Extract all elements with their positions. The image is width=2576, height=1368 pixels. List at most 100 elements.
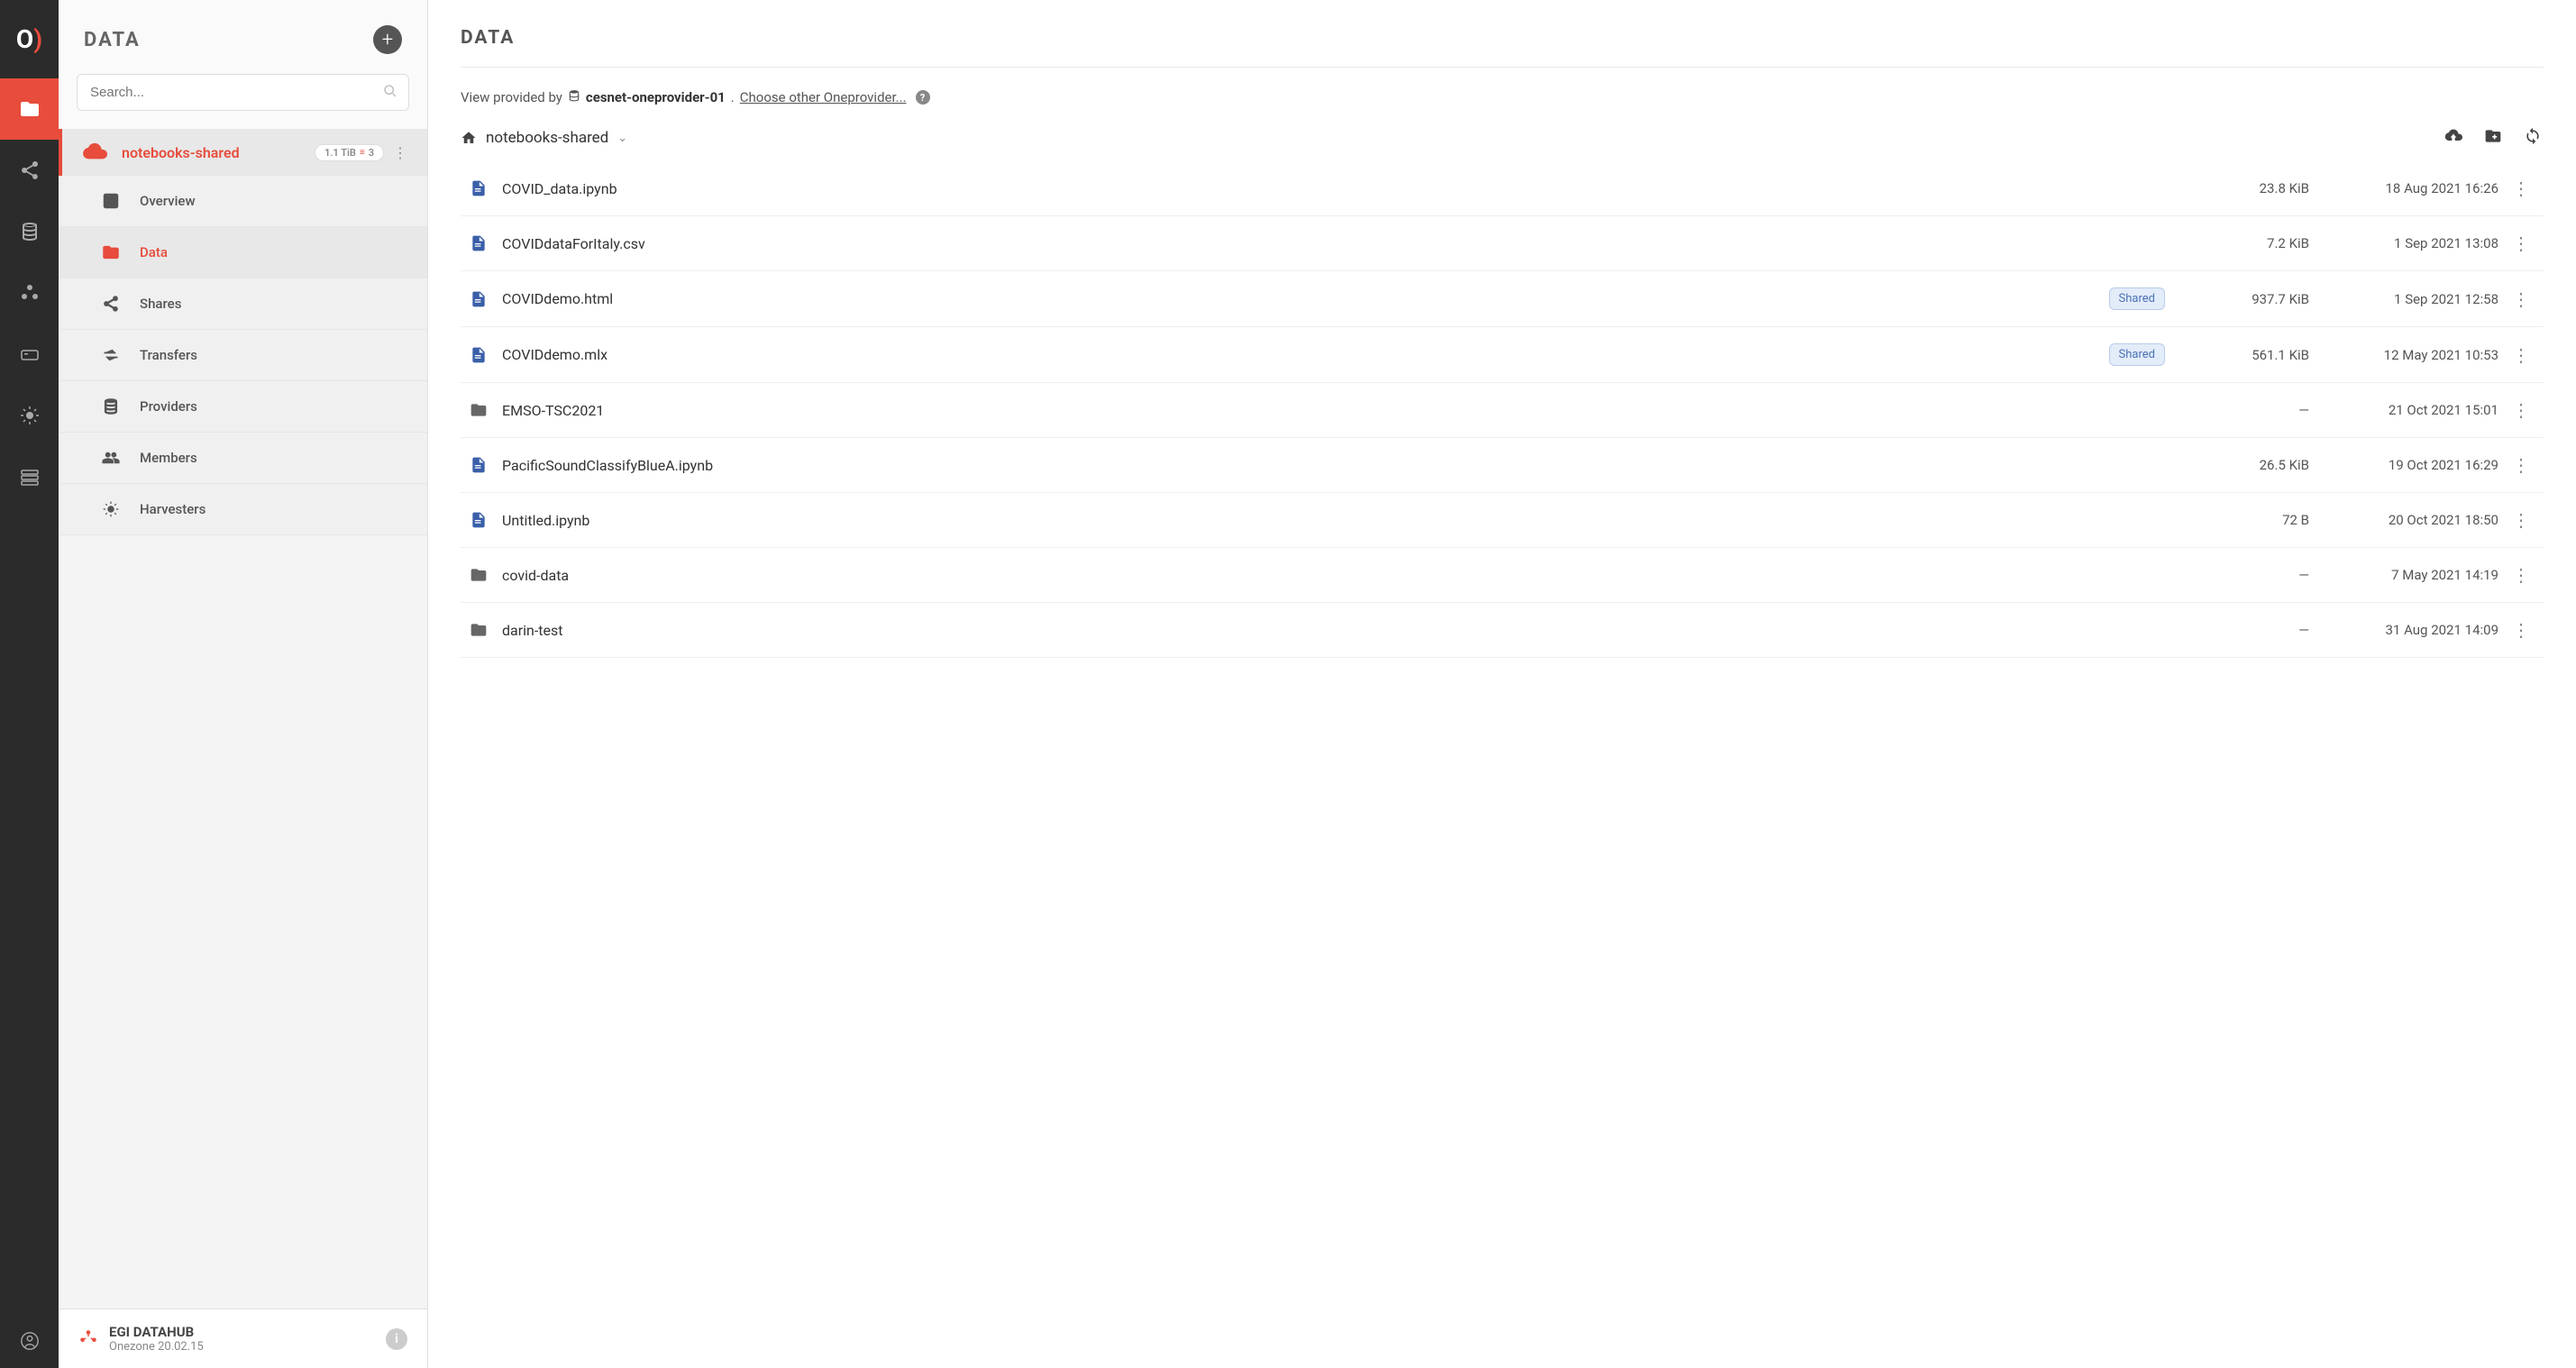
submenu-members[interactable]: Members: [59, 433, 427, 484]
datahub-icon: [78, 1327, 98, 1351]
file-name: COVID_data.ipynb: [497, 180, 2192, 197]
folder-icon: [461, 620, 497, 640]
space-menu-button[interactable]: ⋮: [388, 144, 413, 161]
space-size-badge: 1.1 TiB ≡ 3: [315, 144, 384, 161]
submenu-overview[interactable]: Overview: [59, 176, 427, 227]
file-size: 7.2 KiB: [2192, 235, 2309, 251]
file-size: 26.5 KiB: [2192, 457, 2309, 473]
file-name: COVIDdemo.html: [497, 290, 2109, 307]
shared-badge: Shared: [2109, 287, 2165, 310]
file-icon: [461, 455, 497, 475]
search-box: [77, 74, 409, 111]
add-space-button[interactable]: +: [373, 25, 402, 54]
file-row[interactable]: EMSO-TSC2021—21 Oct 2021 15:01⋮: [461, 383, 2544, 438]
file-menu-button[interactable]: ⋮: [2498, 564, 2544, 586]
file-date: 18 Aug 2021 16:26: [2309, 180, 2498, 196]
file-name: COVIDdemo.mlx: [497, 346, 2109, 363]
file-icon: [461, 178, 497, 198]
info-button[interactable]: i: [386, 1328, 407, 1350]
provider-line: View provided by cesnet-oneprovider-01. …: [428, 68, 2576, 105]
file-row[interactable]: darin-test—31 Aug 2021 14:09⋮: [461, 603, 2544, 658]
help-icon[interactable]: ?: [916, 90, 930, 105]
file-icon: [461, 510, 497, 530]
file-date: 1 Sep 2021 12:58: [2309, 291, 2498, 307]
search-input[interactable]: [78, 75, 408, 110]
folder-icon: [461, 565, 497, 585]
page-title: DATA: [461, 27, 2544, 49]
file-icon: [461, 233, 497, 253]
transfers-icon: [102, 346, 122, 364]
file-icon: [461, 345, 497, 365]
nav-automation[interactable]: [0, 446, 59, 507]
nav-clusters[interactable]: [0, 262, 59, 324]
file-row[interactable]: covid-data—7 May 2021 14:19⋮: [461, 548, 2544, 603]
file-name: darin-test: [497, 622, 2192, 639]
nav-data[interactable]: [0, 78, 59, 140]
file-menu-button[interactable]: ⋮: [2498, 288, 2544, 310]
sidebar-footer: EGI DATAHUB Onezone 20.02.15 i: [59, 1309, 427, 1368]
file-date: 1 Sep 2021 13:08: [2309, 235, 2498, 251]
folder-icon: [461, 400, 497, 420]
database-icon: [568, 89, 580, 105]
file-name: EMSO-TSC2021: [497, 402, 2192, 419]
file-row[interactable]: Untitled.ipynb72 B20 Oct 2021 18:50⋮: [461, 493, 2544, 548]
nav-providers[interactable]: [0, 201, 59, 262]
submenu-harvesters[interactable]: Harvesters: [59, 484, 427, 535]
sidebar: DATA + notebooks-shared 1.1 TiB ≡ 3 ⋮: [59, 0, 428, 1368]
file-size: 72 B: [2192, 512, 2309, 528]
file-row[interactable]: COVID_data.ipynb23.8 KiB18 Aug 2021 16:2…: [461, 161, 2544, 216]
file-menu-button[interactable]: ⋮: [2498, 454, 2544, 476]
file-list: COVID_data.ipynb23.8 KiB18 Aug 2021 16:2…: [428, 161, 2576, 1368]
file-date: 19 Oct 2021 16:29: [2309, 457, 2498, 473]
footer-subtitle: Onezone 20.02.15: [109, 1340, 204, 1354]
nav-shares[interactable]: [0, 140, 59, 201]
submenu-shares[interactable]: Shares: [59, 278, 427, 330]
choose-provider-link[interactable]: Choose other Oneprovider...: [740, 89, 907, 105]
file-row[interactable]: PacificSoundClassifyBlueA.ipynb26.5 KiB1…: [461, 438, 2544, 493]
submenu-data[interactable]: Data: [59, 227, 427, 278]
file-menu-button[interactable]: ⋮: [2498, 344, 2544, 366]
cloud-icon: [82, 141, 107, 163]
file-menu-button[interactable]: ⋮: [2498, 178, 2544, 199]
submenu-providers[interactable]: Providers: [59, 381, 427, 433]
toolbar: notebooks-shared ⌄: [428, 105, 2576, 161]
file-menu-button[interactable]: ⋮: [2498, 619, 2544, 641]
nav-tokens[interactable]: [0, 324, 59, 385]
file-name: covid-data: [497, 567, 2192, 584]
submenu-transfers[interactable]: Transfers: [59, 330, 427, 381]
members-icon: [102, 449, 122, 467]
file-menu-button[interactable]: ⋮: [2498, 509, 2544, 531]
space-item[interactable]: notebooks-shared 1.1 TiB ≡ 3 ⋮: [59, 129, 427, 176]
file-row[interactable]: COVIDdataForItaly.csv7.2 KiB1 Sep 2021 1…: [461, 216, 2544, 271]
refresh-button[interactable]: [2522, 127, 2544, 149]
file-size: —: [2192, 402, 2309, 418]
main-content: DATA View provided by cesnet-oneprovider…: [428, 0, 2576, 1368]
upload-button[interactable]: [2443, 127, 2464, 149]
file-date: 12 May 2021 10:53: [2309, 347, 2498, 363]
nav-user[interactable]: [0, 1314, 59, 1368]
file-menu-button[interactable]: ⋮: [2498, 233, 2544, 254]
file-name: PacificSoundClassifyBlueA.ipynb: [497, 457, 2192, 474]
file-row[interactable]: COVIDdemo.htmlShared 937.7 KiB1 Sep 2021 …: [461, 271, 2544, 327]
harvesters-icon: [102, 500, 122, 518]
share-icon: [102, 295, 122, 313]
database-icon: [102, 397, 122, 415]
file-date: 31 Aug 2021 14:09: [2309, 622, 2498, 638]
file-size: 561.1 KiB: [2192, 347, 2309, 363]
provider-name: cesnet-oneprovider-01: [586, 89, 726, 105]
file-row[interactable]: COVIDdemo.mlxShared 561.1 KiB12 May 2021 …: [461, 327, 2544, 383]
folder-icon: [102, 243, 122, 261]
sidebar-title: DATA: [84, 29, 141, 51]
search-icon: [383, 84, 397, 102]
file-size: 937.7 KiB: [2192, 291, 2309, 307]
chevron-down-icon[interactable]: ⌄: [617, 132, 627, 145]
file-size: 23.8 KiB: [2192, 180, 2309, 196]
file-menu-button[interactable]: ⋮: [2498, 399, 2544, 421]
overview-icon: [102, 192, 122, 210]
file-icon: [461, 289, 497, 309]
new-folder-button[interactable]: [2482, 127, 2504, 149]
nav-harvesters[interactable]: [0, 385, 59, 446]
breadcrumb[interactable]: notebooks-shared ⌄: [461, 129, 627, 147]
file-size: —: [2192, 567, 2309, 583]
shared-badge: Shared: [2109, 343, 2165, 366]
